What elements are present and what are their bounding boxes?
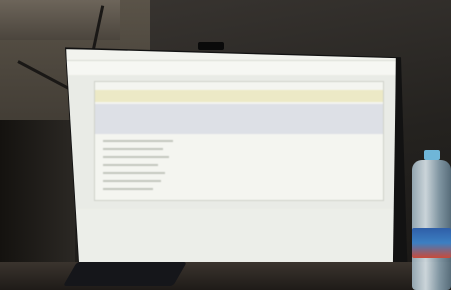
keyboard: [63, 262, 187, 286]
bottle-cap: [424, 150, 440, 160]
empty-document-area: [66, 209, 396, 269]
spreadsheet-area: [94, 81, 384, 201]
table-row: [103, 156, 169, 158]
highlighted-header-row: [95, 90, 383, 102]
bottle-body: [412, 160, 451, 290]
water-bottle: [410, 150, 451, 290]
table-row: [103, 172, 165, 174]
monitor-screen: [66, 49, 396, 277]
bottle-label: [412, 228, 451, 258]
window-titlebar: [66, 49, 396, 61]
table-row: [103, 180, 161, 182]
table-row: [103, 188, 153, 190]
webcam: [198, 42, 224, 50]
table-row: [103, 164, 158, 166]
app-ribbon: [66, 61, 396, 75]
selected-rows: [95, 104, 383, 134]
photo-scene: [0, 0, 451, 290]
table-row: [103, 140, 173, 142]
table-row: [103, 148, 163, 150]
